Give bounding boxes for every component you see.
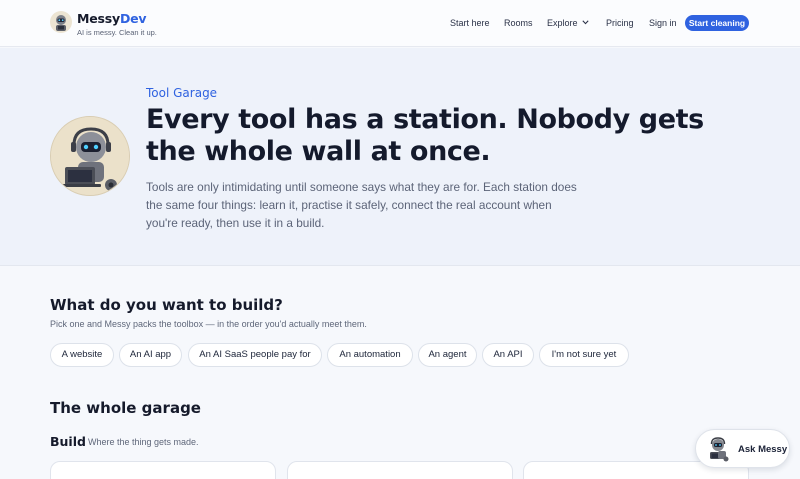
nav-pricing[interactable]: Pricing — [606, 14, 634, 32]
build-section-subtitle: Where the thing gets made. — [88, 437, 199, 447]
build-option-not-sure[interactable]: I'm not sure yet — [539, 343, 629, 367]
tool-card[interactable] — [50, 461, 276, 479]
brand-name[interactable]: MessyDev — [77, 11, 147, 26]
hero-title: Every tool has a station. Nobody gets th… — [146, 104, 704, 167]
nav-sign-in[interactable]: Sign in — [649, 14, 677, 32]
hero-description: Tools are only intimidating until someon… — [146, 180, 577, 230]
nav-explore[interactable]: Explore — [547, 14, 589, 32]
hero-section: Tool Garage Every tool has a station. No… — [0, 48, 800, 266]
brand-tagline: AI is messy. Clean it up. — [77, 28, 157, 37]
start-cleaning-button[interactable]: Start cleaning — [685, 15, 749, 31]
build-option-automation[interactable]: An automation — [327, 343, 413, 367]
site-header: MessyDev AI is messy. Clean it up. Start… — [0, 0, 800, 47]
build-option-agent[interactable]: An agent — [418, 343, 477, 367]
brand-accent: Dev — [119, 11, 147, 26]
build-option-ai-app[interactable]: An AI app — [119, 343, 182, 367]
build-option-website[interactable]: A website — [50, 343, 114, 367]
nav-rooms[interactable]: Rooms — [504, 14, 533, 32]
hero-eyebrow: Tool Garage — [146, 86, 218, 100]
ask-messy-button[interactable]: Ask Messy — [695, 429, 790, 468]
build-picker-title: What do you want to build? — [50, 296, 283, 314]
robot-logo-icon[interactable] — [50, 11, 72, 33]
build-picker-subtitle: Pick one and Messy packs the toolbox — i… — [50, 319, 367, 329]
ask-messy-label: Ask Messy — [738, 444, 788, 455]
nav-explore-label: Explore — [547, 18, 578, 28]
build-option-api[interactable]: An API — [482, 343, 534, 367]
robot-avatar-icon — [704, 435, 732, 463]
garage-title: The whole garage — [50, 399, 201, 417]
nav-start-here[interactable]: Start here — [450, 14, 490, 32]
build-section-label: Build — [50, 434, 86, 449]
chevron-down-icon — [581, 14, 589, 32]
tool-card[interactable] — [287, 461, 513, 479]
build-option-ai-saas[interactable]: An AI SaaS people pay for — [188, 343, 322, 367]
robot-avatar-icon — [50, 116, 130, 196]
brand-prefix: Messy — [77, 11, 120, 26]
